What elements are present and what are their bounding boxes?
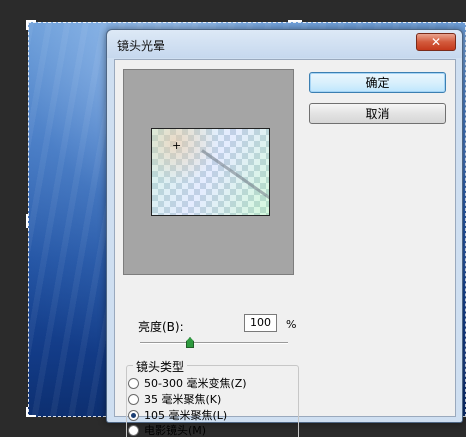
radio-label: 35 毫米聚焦(K) [144,393,222,406]
preview-panel: + [123,69,294,275]
radio-button[interactable] [128,393,139,405]
brightness-slider-track[interactable] [140,342,288,344]
dialog-body: + 确定 取消 亮度(B): 100 % 镜头类型 50-300 毫米变焦(Z)… [114,59,456,437]
crosshair-icon[interactable]: + [172,140,181,151]
ok-button[interactable]: 确定 [309,72,446,93]
lens-type-legend: 镜头类型 [133,358,188,375]
marquee-side-mark [26,214,28,228]
radio-option-105mm[interactable]: 105 毫米聚焦(L) [128,407,227,423]
close-icon: ✕ [430,35,442,49]
radio-button[interactable] [128,424,139,436]
cancel-button[interactable]: 取消 [309,103,446,124]
radio-label: 105 毫米聚焦(L) [144,409,228,422]
close-button[interactable]: ✕ [416,33,456,51]
brightness-unit: % [286,318,297,331]
brightness-label: 亮度(B): [138,320,184,334]
dialog-title: 镜头光晕 [117,39,166,53]
radio-label: 50-300 毫米变焦(Z) [144,377,247,390]
radio-label: 电影镜头(M) [144,424,207,437]
lens-flare-dialog: 镜头光晕 ✕ + 确定 取消 亮度(B): 100 % 镜头类型 50-300 … [106,29,463,437]
radio-button[interactable] [128,377,139,389]
marquee-corner [26,407,36,417]
title-bar[interactable]: 镜头光晕 ✕ [107,30,462,58]
preview-image[interactable]: + [151,128,270,216]
radio-button-selected[interactable] [128,409,139,421]
marquee-corner [26,20,36,30]
radio-option-zoom[interactable]: 50-300 毫米变焦(Z) [128,375,247,391]
brightness-input[interactable]: 100 [244,314,277,332]
triangle-thumb-icon[interactable] [186,337,194,348]
radio-option-35mm[interactable]: 35 毫米聚焦(K) [128,391,221,407]
radio-option-movie[interactable]: 电影镜头(M) [128,422,206,437]
preview-flare-tint [152,129,269,215]
